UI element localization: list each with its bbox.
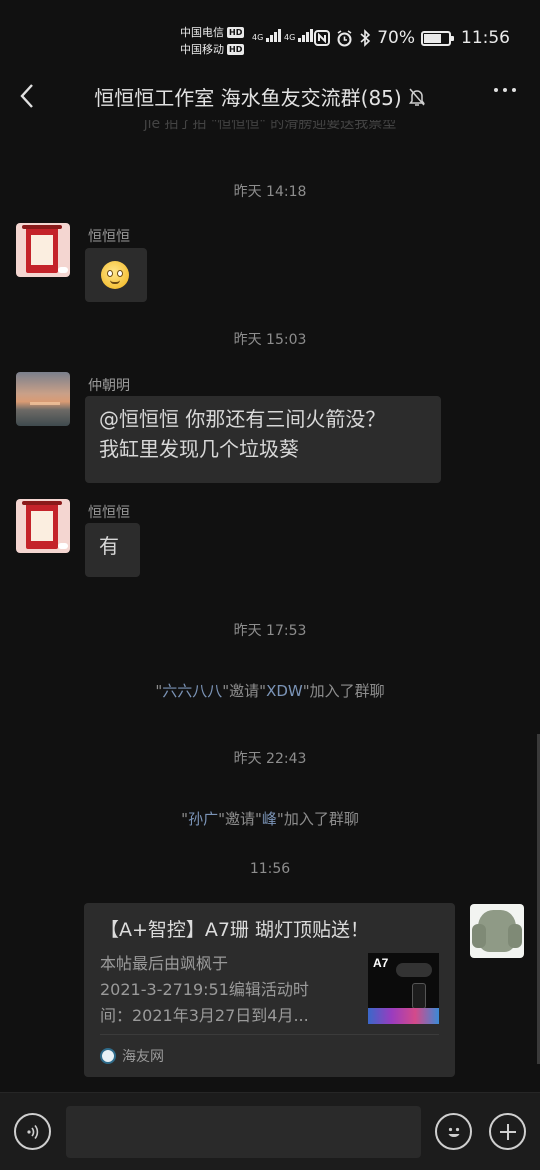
status-bar: 中国电信 HD 中国移动 HD 4G 4G 70% 11:56	[0, 0, 540, 72]
bell-off-icon	[408, 88, 425, 106]
clock: 11:56	[461, 28, 510, 48]
message-bubble[interactable]: 有	[85, 523, 140, 577]
link-card-source: 海友网	[100, 1046, 164, 1066]
carrier-1-name: 中国电信	[180, 26, 224, 39]
avatar[interactable]	[16, 223, 70, 277]
network-type: 4G	[284, 33, 296, 42]
system-user-link[interactable]: 峰	[262, 810, 277, 828]
source-logo-icon	[100, 1048, 116, 1064]
timestamp: 昨天 22:43	[233, 751, 307, 767]
back-button[interactable]	[12, 80, 42, 112]
chat-title-wrap: 恒恒恒工作室 海水鱼友交流群(85)	[70, 82, 450, 111]
link-card-description: 本帖最后由飒枫于 2021-3-2719:51编辑活动时 间：2021年3月27…	[100, 954, 309, 1025]
chat-header: 恒恒恒工作室 海水鱼友交流群(85)	[0, 72, 540, 120]
timestamp: 昨天 17:53	[233, 623, 307, 639]
link-card-thumbnail: A7	[368, 953, 439, 1024]
nfc-icon	[314, 30, 331, 46]
battery-icon	[421, 30, 454, 46]
partial-system-message: jie 拍了拍 "恒恒恒" 的滑膀迎要送我票型	[143, 120, 397, 132]
message-bubble[interactable]	[85, 248, 147, 302]
plus-button[interactable]	[489, 1113, 526, 1150]
message-input[interactable]	[66, 1106, 421, 1158]
system-message: "孙广"邀请"峰"加入了群聊	[181, 810, 359, 828]
signal-icon: 4G	[252, 29, 282, 42]
link-card-title: 【A+智控】A7珊 瑚灯顶贴送！	[100, 919, 370, 941]
timestamp: 11:56	[249, 861, 291, 877]
sender-name: 恒恒恒	[88, 229, 130, 245]
sender-name: 恒恒恒	[88, 505, 130, 521]
message-bubble[interactable]: @恒恒恒 你那还有三间火箭没？ 我缸里发现几个垃圾葵	[85, 396, 441, 483]
battery-percent: 70%	[377, 28, 415, 48]
alarm-icon	[337, 29, 352, 46]
bluetooth-icon	[360, 29, 371, 47]
carrier-2: 中国移动 HD	[180, 41, 245, 57]
slightly-smiling-emoji-icon	[101, 261, 129, 289]
message-text-line: 我缸里发现几个垃圾葵	[99, 437, 299, 461]
input-bar	[0, 1092, 540, 1170]
emoji-icon	[448, 1127, 459, 1137]
more-button[interactable]	[494, 88, 516, 92]
emoji-button[interactable]	[435, 1113, 472, 1150]
more-dots-icon	[494, 88, 498, 92]
hd-badge: HD	[227, 43, 245, 55]
network-type: 4G	[252, 33, 264, 42]
timestamp: 昨天 14:18	[233, 184, 307, 200]
message-text-line: @恒恒恒 你那还有三间火箭没？	[99, 407, 386, 431]
sender-name: 仲朝明	[88, 378, 130, 394]
avatar[interactable]	[16, 499, 70, 553]
signal-icon: 4G	[284, 29, 314, 42]
voice-button[interactable]	[14, 1113, 51, 1150]
carrier-1: 中国电信 HD	[180, 24, 245, 40]
message-text: 有	[99, 534, 119, 558]
divider	[100, 1034, 439, 1035]
chat-area[interactable]: jie 拍了拍 "恒恒恒" 的滑膀迎要送我票型 昨天 14:18 恒恒恒 昨天 …	[0, 120, 540, 1092]
chat-title: 恒恒恒工作室 海水鱼友交流群(85)	[94, 86, 402, 110]
plus-icon	[499, 1123, 516, 1140]
hd-badge: HD	[227, 26, 245, 38]
system-message: "六六八八"邀请"XDW"加入了群聊	[155, 682, 385, 700]
system-user-link[interactable]: 六六八八	[162, 682, 222, 700]
chevron-left-icon	[20, 84, 33, 108]
my-avatar[interactable]	[470, 904, 524, 958]
carrier-2-name: 中国移动	[180, 43, 224, 56]
link-card[interactable]: 【A+智控】A7珊 瑚灯顶贴送！ 本帖最后由飒枫于 2021-3-2719:51…	[84, 903, 455, 1077]
voice-icon	[26, 1124, 38, 1139]
timestamp: 昨天 15:03	[233, 332, 307, 348]
system-user-link[interactable]: XDW	[266, 682, 303, 700]
system-user-link[interactable]: 孙广	[188, 810, 218, 828]
status-icons: 70% 11:56	[314, 28, 510, 48]
avatar[interactable]	[16, 372, 70, 426]
